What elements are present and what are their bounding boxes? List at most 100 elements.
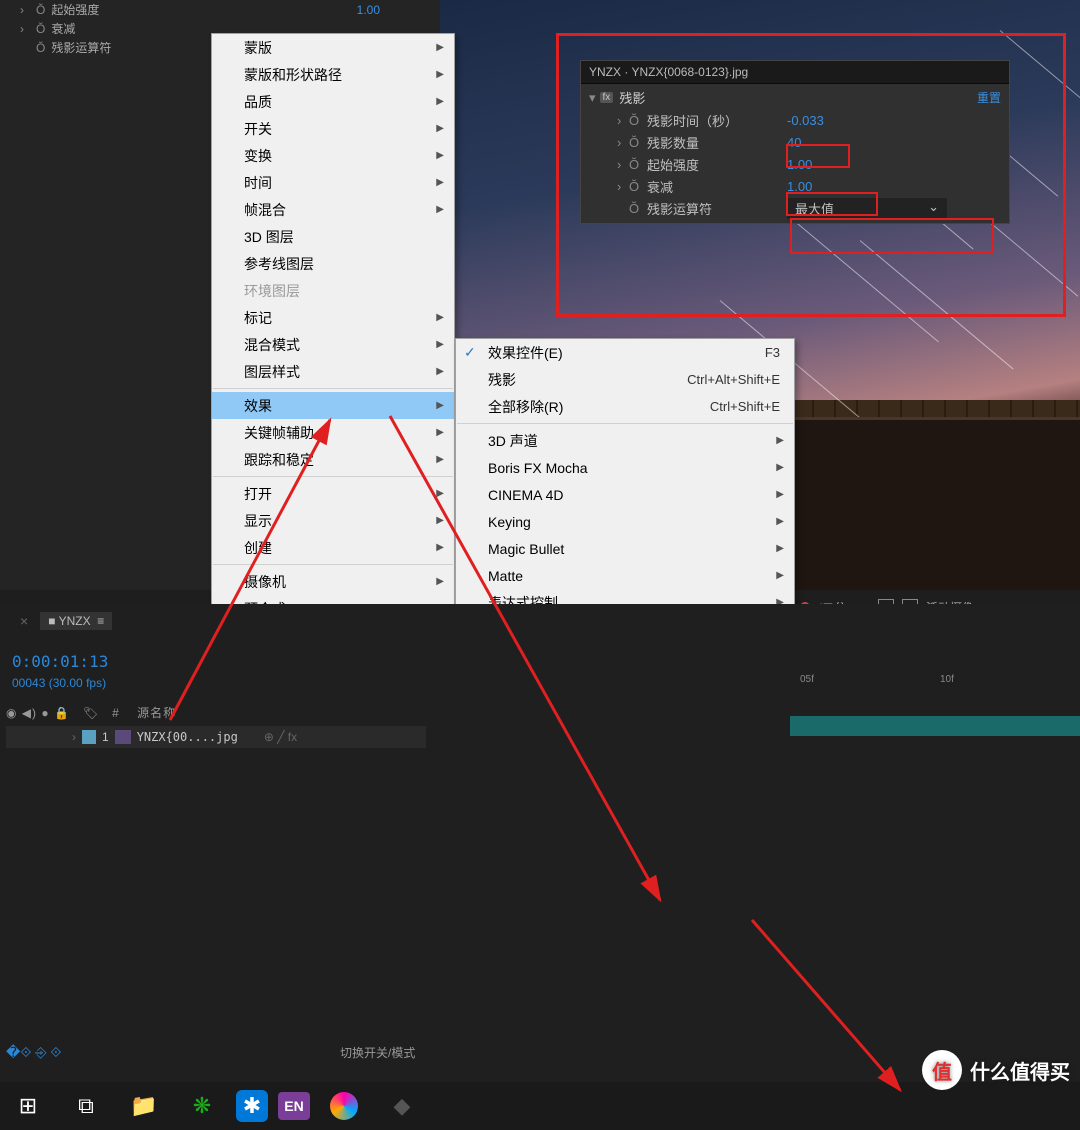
chevron-right-icon: ▶ xyxy=(776,516,784,527)
menu-item[interactable]: ✓效果控件(E)F3 xyxy=(456,339,794,366)
menu-item-label: 效果 xyxy=(244,396,272,416)
onenote-icon[interactable]: EN xyxy=(278,1092,310,1120)
prop-label: 起始强度 xyxy=(51,1,316,18)
frame-info: 00043 (30.00 fps) xyxy=(12,676,106,690)
prop-row[interactable]: › Ŏ 起始强度 1.00 xyxy=(20,0,380,19)
menu-item[interactable]: CINEMA 4D▶ xyxy=(456,481,794,508)
menu-item[interactable]: 效果▶ xyxy=(212,392,454,419)
menu-item[interactable]: 3D 声道▶ xyxy=(456,427,794,454)
file-explorer-icon[interactable]: 📁 xyxy=(120,1086,168,1126)
menu-item-label: 标记 xyxy=(244,308,272,328)
chevron-right-icon[interactable]: › xyxy=(617,157,629,172)
menu-item[interactable]: 打开▶ xyxy=(212,480,454,507)
task-view-button[interactable]: ⧉ xyxy=(62,1086,110,1126)
timecode[interactable]: 0:00:01:13 xyxy=(12,652,108,671)
chevron-right-icon: › xyxy=(20,3,30,17)
effect-prop-value[interactable]: 1.00 xyxy=(787,179,812,194)
menu-item-label: 3D 声道 xyxy=(488,431,538,451)
menu-item[interactable]: Matte▶ xyxy=(456,562,794,589)
chevron-right-icon: ▶ xyxy=(436,42,444,53)
app-icon-gradient[interactable] xyxy=(320,1086,368,1126)
app-icon-dark[interactable]: ◆ xyxy=(378,1086,426,1126)
chevron-right-icon: ▶ xyxy=(436,339,444,350)
effect-property-row[interactable]: › Ŏ 起始强度 1.00 xyxy=(581,153,1009,175)
chevron-down-icon[interactable]: ▾ xyxy=(589,90,596,106)
effect-prop-value[interactable]: -0.033 xyxy=(787,113,824,128)
chevron-right-icon[interactable]: › xyxy=(617,179,629,194)
menu-item[interactable]: 图层样式▶ xyxy=(212,358,454,385)
menu-item[interactable]: 跟踪和稳定▶ xyxy=(212,446,454,473)
stopwatch-icon[interactable]: Ŏ xyxy=(629,157,647,172)
stopwatch-icon[interactable]: Ŏ xyxy=(629,135,647,150)
menu-item[interactable]: 创建▶ xyxy=(212,534,454,561)
chevron-right-icon[interactable]: › xyxy=(72,730,76,744)
menu-item[interactable]: 3D 图层 xyxy=(212,223,454,250)
effect-property-row[interactable]: › Ŏ 残影时间（秒） -0.033 xyxy=(581,109,1009,131)
menu-item[interactable]: 显示▶ xyxy=(212,507,454,534)
chevron-right-icon[interactable]: › xyxy=(617,135,629,150)
menu-item[interactable]: 开关▶ xyxy=(212,115,454,142)
stopwatch-icon[interactable]: Ŏ xyxy=(629,179,647,194)
effect-prop-value[interactable]: 40 xyxy=(787,135,801,150)
wechat-icon[interactable]: ❋ xyxy=(178,1086,226,1126)
timeline-ruler[interactable]: 05f 10f xyxy=(790,674,1080,692)
layer-color-swatch[interactable] xyxy=(82,730,96,744)
chevron-right-icon: ▶ xyxy=(436,454,444,465)
layer-track-bar[interactable] xyxy=(790,716,1080,736)
chevron-right-icon: ▶ xyxy=(436,177,444,188)
timeline-tab[interactable]: ■ YNZX ≡ xyxy=(40,612,112,630)
stopwatch-icon[interactable]: Ŏ xyxy=(36,41,45,55)
chevron-right-icon[interactable]: › xyxy=(617,113,629,128)
chevron-right-icon: ▶ xyxy=(436,515,444,526)
menu-item[interactable]: 蒙版和形状路径▶ xyxy=(212,61,454,88)
menu-separator xyxy=(457,423,793,424)
prop-value[interactable]: 1.00 xyxy=(357,3,380,17)
menu-item[interactable]: 残影Ctrl+Alt+Shift+E xyxy=(456,366,794,393)
start-button[interactable]: ⊞ xyxy=(4,1086,52,1126)
menu-item[interactable]: 摄像机▶ xyxy=(212,568,454,595)
app-icon-blue[interactable]: ✱ xyxy=(236,1090,268,1122)
menu-item[interactable]: Magic Bullet▶ xyxy=(456,535,794,562)
chevron-right-icon: ▶ xyxy=(436,576,444,587)
effect-prop-dropdown[interactable]: 最大值⌄ xyxy=(787,198,947,219)
effect-property-row[interactable]: › Ŏ 残影数量 40 xyxy=(581,131,1009,153)
menu-item[interactable]: 全部移除(R)Ctrl+Shift+E xyxy=(456,393,794,420)
effect-property-row[interactable]: Ŏ 残影运算符 最大值⌄ xyxy=(581,197,1009,219)
effect-prop-label: 起始强度 xyxy=(647,155,787,174)
layer-index: 1 xyxy=(102,730,109,744)
watermark-text: 什么值得买 xyxy=(970,1056,1070,1085)
chevron-right-icon: ▶ xyxy=(436,427,444,438)
menu-item[interactable]: 时间 ▶ xyxy=(212,169,454,196)
menu-item-label: 时间 xyxy=(244,173,272,193)
stopwatch-icon[interactable]: Ŏ xyxy=(629,201,647,216)
timeline-layer-row[interactable]: › 1 YNZX{00....jpg ⊕ ╱ fx xyxy=(6,726,426,748)
menu-item[interactable]: 蒙版▶ xyxy=(212,34,454,61)
reset-link[interactable]: 重置 xyxy=(977,89,1001,106)
effect-property-row[interactable]: › Ŏ 衰减 1.00 xyxy=(581,175,1009,197)
effect-prop-value[interactable]: 1.00 xyxy=(787,157,812,172)
timeline-bottom-icons[interactable]: �⟐ ⎆ ⟐ xyxy=(6,1044,61,1061)
menu-item[interactable]: Boris FX Mocha▶ xyxy=(456,454,794,481)
toggle-switches-button[interactable]: 切换开关/模式 xyxy=(340,1044,415,1061)
stopwatch-icon[interactable]: Ŏ xyxy=(629,113,647,128)
menu-item[interactable]: 帧混合▶ xyxy=(212,196,454,223)
image-icon xyxy=(115,730,131,744)
effect-header[interactable]: ▾ fx 残影 重置 xyxy=(581,86,1009,109)
menu-item[interactable]: 标记▶ xyxy=(212,304,454,331)
menu-item[interactable]: 参考线图层 xyxy=(212,250,454,277)
menu-shortcut: Ctrl+Shift+E xyxy=(670,399,780,414)
menu-item[interactable]: 变换▶ xyxy=(212,142,454,169)
menu-item-label: 参考线图层 xyxy=(244,254,314,274)
effect-controls-panel: YNZX · YNZX{0068-0123}.jpg ▾ fx 残影 重置 › … xyxy=(580,60,1010,224)
stopwatch-icon[interactable]: Ŏ xyxy=(36,22,45,36)
layer-name[interactable]: YNZX{00....jpg xyxy=(137,730,238,744)
menu-item[interactable]: 品质▶ xyxy=(212,88,454,115)
stopwatch-icon[interactable]: Ŏ xyxy=(36,3,45,17)
menu-item[interactable]: 关键帧辅助▶ xyxy=(212,419,454,446)
fx-icon[interactable]: fx xyxy=(600,92,614,103)
blank-icon xyxy=(20,41,30,55)
chevron-right-icon: ▶ xyxy=(776,462,784,473)
menu-item[interactable]: 混合模式▶ xyxy=(212,331,454,358)
menu-item[interactable]: Keying▶ xyxy=(456,508,794,535)
menu-separator xyxy=(213,476,453,477)
